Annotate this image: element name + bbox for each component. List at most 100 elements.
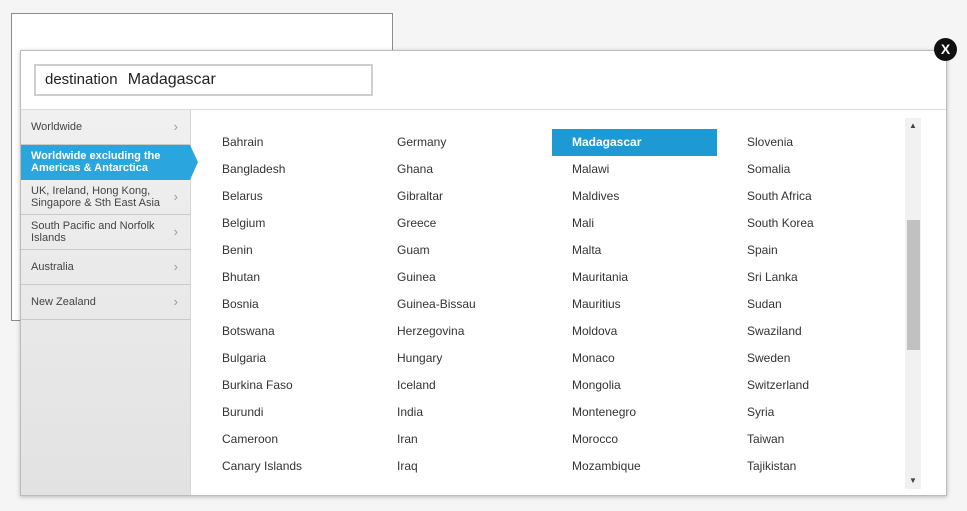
country-item[interactable]: Bhutan bbox=[192, 264, 367, 291]
sidebar-item-2[interactable]: UK, Ireland, Hong Kong, Singapore & Sth … bbox=[21, 180, 190, 215]
country-item[interactable]: Mali bbox=[542, 210, 717, 237]
country-item[interactable]: Spain bbox=[717, 237, 892, 264]
country-item[interactable]: Malta bbox=[542, 237, 717, 264]
country-label: Benin bbox=[222, 243, 253, 257]
country-item[interactable]: Iraq bbox=[367, 453, 542, 480]
country-item[interactable]: Canary Islands bbox=[192, 453, 367, 480]
country-label: Botswana bbox=[222, 324, 275, 338]
country-item[interactable]: Switzerland bbox=[717, 372, 892, 399]
country-item[interactable]: Iran bbox=[367, 426, 542, 453]
chevron-right-icon: › bbox=[173, 119, 178, 134]
country-label: Iran bbox=[397, 432, 418, 446]
country-item[interactable]: Mauritius bbox=[542, 291, 717, 318]
country-label: Iceland bbox=[397, 378, 436, 392]
country-item[interactable]: Sudan bbox=[717, 291, 892, 318]
country-item[interactable]: Monaco bbox=[542, 345, 717, 372]
sidebar-item-0[interactable]: Worldwide › bbox=[21, 110, 190, 145]
country-item[interactable]: South Africa bbox=[717, 183, 892, 210]
country-item[interactable]: Swaziland bbox=[717, 318, 892, 345]
country-item[interactable]: Madagascar bbox=[542, 129, 717, 156]
country-item[interactable]: Somalia bbox=[717, 156, 892, 183]
country-label: Ghana bbox=[397, 162, 434, 176]
country-item[interactable]: Moldova bbox=[542, 318, 717, 345]
country-item[interactable]: Burundi bbox=[192, 399, 367, 426]
country-label: Moldova bbox=[572, 324, 618, 338]
country-item[interactable]: Ghana bbox=[367, 156, 542, 183]
country-item[interactable]: Gibraltar bbox=[367, 183, 542, 210]
country-label: Mauritania bbox=[572, 270, 629, 284]
country-label: Maldives bbox=[572, 189, 620, 203]
sidebar-item-5[interactable]: New Zealand › bbox=[21, 285, 190, 320]
country-item[interactable]: Sri Lanka bbox=[717, 264, 892, 291]
country-item-spacer bbox=[542, 110, 717, 129]
country-item[interactable]: Mauritania bbox=[542, 264, 717, 291]
country-item[interactable]: Guinea bbox=[367, 264, 542, 291]
country-label: Greece bbox=[397, 216, 437, 230]
country-item[interactable]: Guam bbox=[367, 237, 542, 264]
country-label: Herzegovina bbox=[397, 324, 465, 338]
sidebar-item-label: South Pacific and Norfolk Islands bbox=[31, 220, 155, 244]
sidebar-item-1[interactable]: Worldwide excluding the Americas & Antar… bbox=[21, 145, 198, 180]
country-item[interactable]: Tajikistan bbox=[717, 453, 892, 480]
country-item[interactable]: Burkina Faso bbox=[192, 372, 367, 399]
country-item[interactable]: Bangladesh bbox=[192, 156, 367, 183]
country-item[interactable]: India bbox=[367, 399, 542, 426]
country-item[interactable]: Syria bbox=[717, 399, 892, 426]
close-button[interactable]: X bbox=[934, 38, 957, 61]
scroll-up-arrow-icon[interactable]: ▲ bbox=[905, 118, 921, 134]
country-label: Gibraltar bbox=[397, 189, 444, 203]
country-item[interactable]: Morocco bbox=[542, 426, 717, 453]
country-label: Sweden bbox=[747, 351, 791, 365]
scroll-thumb[interactable] bbox=[907, 220, 920, 350]
country-item[interactable]: Belgium bbox=[192, 210, 367, 237]
country-item[interactable]: Germany bbox=[367, 129, 542, 156]
country-item[interactable]: Bosnia bbox=[192, 291, 367, 318]
country-label: Spain bbox=[747, 243, 778, 257]
country-label: Bulgaria bbox=[222, 351, 267, 365]
country-item[interactable]: Bahrain bbox=[192, 129, 367, 156]
destination-search-input[interactable]: destination Madagascar bbox=[34, 64, 373, 96]
scrollbar[interactable]: ▲ ▼ bbox=[905, 118, 921, 489]
country-label: Belgium bbox=[222, 216, 266, 230]
country-label: India bbox=[397, 405, 424, 419]
country-item[interactable]: Malawi bbox=[542, 156, 717, 183]
sidebar-item-label: New Zealand bbox=[31, 296, 96, 308]
country-label: Somalia bbox=[747, 162, 791, 176]
country-item[interactable]: Cameroon bbox=[192, 426, 367, 453]
country-item[interactable]: Iceland bbox=[367, 372, 542, 399]
country-label: Guinea bbox=[397, 270, 436, 284]
country-label: South Africa bbox=[747, 189, 812, 203]
scroll-down-arrow-icon[interactable]: ▼ bbox=[905, 473, 921, 489]
sidebar-item-label: Worldwide bbox=[31, 121, 83, 133]
sidebar-item-label: Worldwide excluding the Americas & Antar… bbox=[31, 150, 161, 174]
sidebar-item-4[interactable]: Australia › bbox=[21, 250, 190, 285]
country-item[interactable]: Slovenia bbox=[717, 129, 892, 156]
country-item-spacer bbox=[367, 110, 542, 129]
sidebar-item-3[interactable]: South Pacific and Norfolk Islands › bbox=[21, 215, 190, 250]
country-item[interactable]: Greece bbox=[367, 210, 542, 237]
country-item[interactable]: Mongolia bbox=[542, 372, 717, 399]
country-item[interactable]: South Korea bbox=[717, 210, 892, 237]
country-label: Mauritius bbox=[572, 297, 621, 311]
country-label: Hungary bbox=[397, 351, 443, 365]
country-item[interactable]: Herzegovina bbox=[367, 318, 542, 345]
country-item[interactable]: Belarus bbox=[192, 183, 367, 210]
country-label: Mongolia bbox=[572, 378, 621, 392]
country-item[interactable]: Guinea-Bissau bbox=[367, 291, 542, 318]
country-item[interactable]: Sweden bbox=[717, 345, 892, 372]
country-item[interactable]: Hungary bbox=[367, 345, 542, 372]
country-item[interactable]: Mozambique bbox=[542, 453, 717, 480]
country-label: Sri Lanka bbox=[747, 270, 798, 284]
country-item[interactable]: Botswana bbox=[192, 318, 367, 345]
country-item-spacer bbox=[192, 110, 367, 129]
search-bar: destination Madagascar bbox=[21, 51, 946, 110]
country-label: Germany bbox=[397, 135, 447, 149]
country-item[interactable]: Montenegro bbox=[542, 399, 717, 426]
country-label: South Korea bbox=[747, 216, 814, 230]
country-label: Mali bbox=[572, 216, 595, 230]
country-item[interactable]: Bulgaria bbox=[192, 345, 367, 372]
country-item[interactable]: Taiwan bbox=[717, 426, 892, 453]
country-label: Guam bbox=[397, 243, 430, 257]
country-item[interactable]: Maldives bbox=[542, 183, 717, 210]
country-item[interactable]: Benin bbox=[192, 237, 367, 264]
